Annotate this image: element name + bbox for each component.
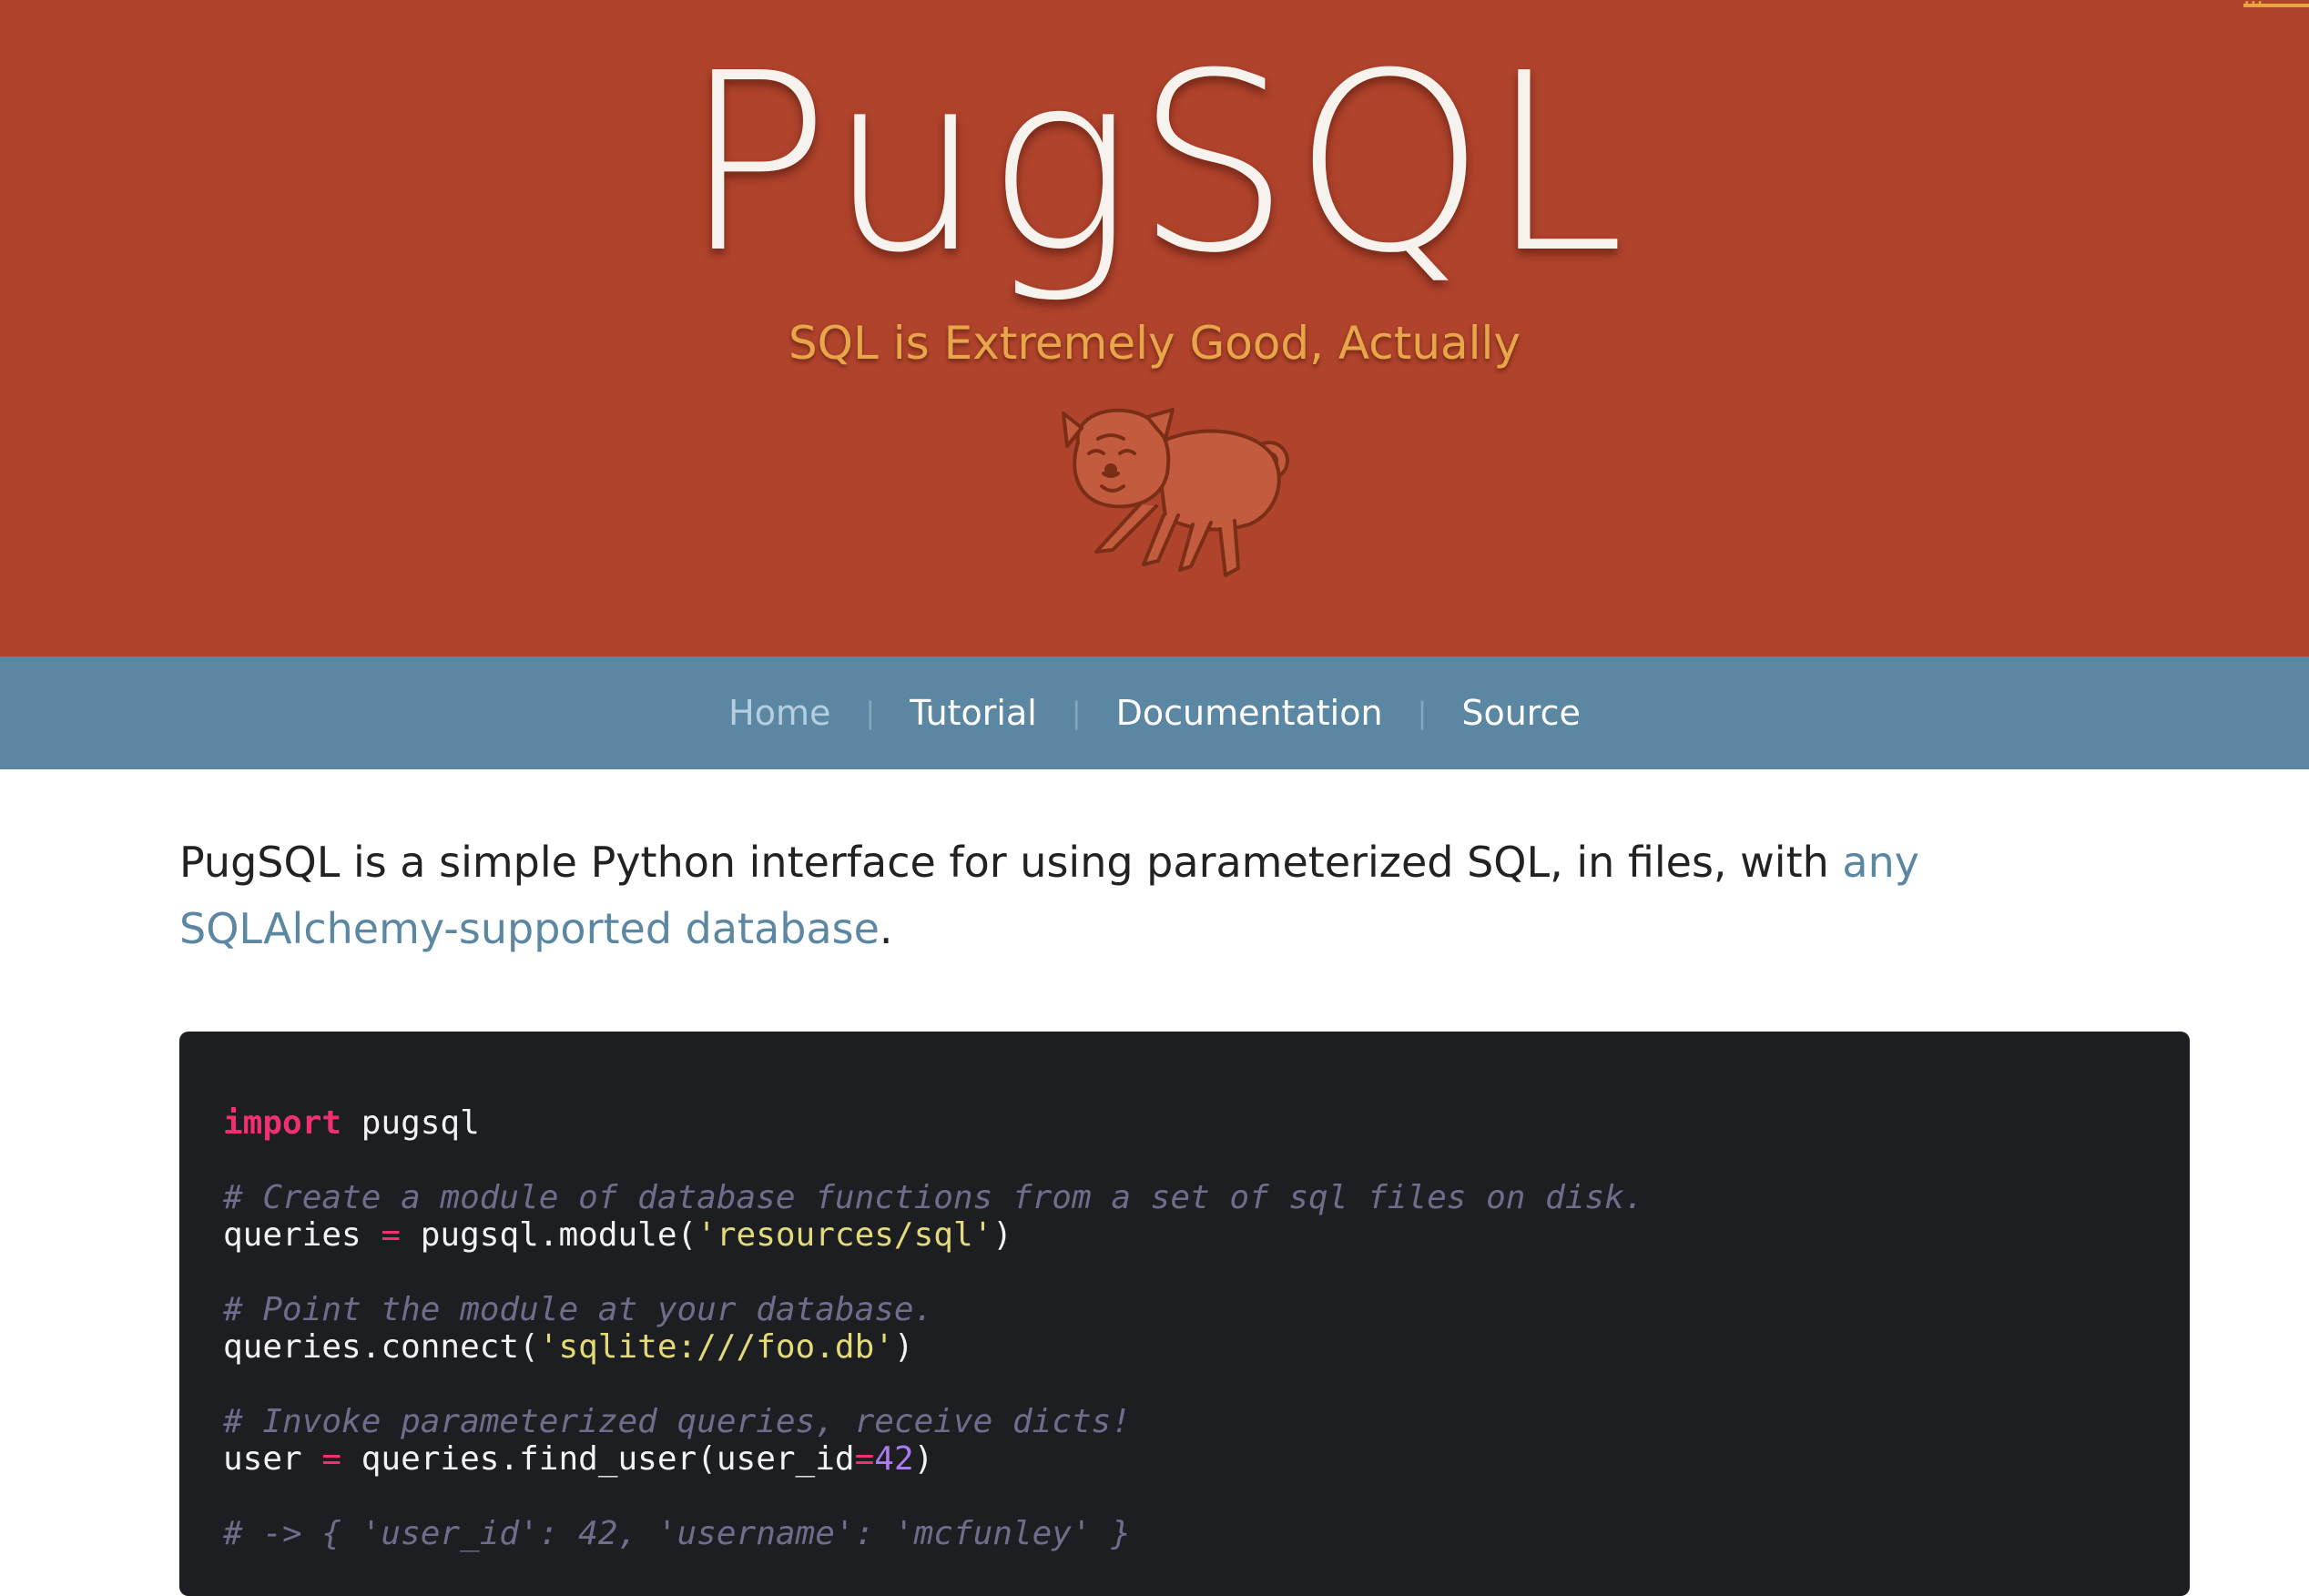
hero-header: ... PugSQL SQL is Extremely Good, Actual… [0,0,2309,656]
code-text: user [223,1440,322,1478]
site-tagline: SQL is Extremely Good, Actually [788,317,1521,370]
site-title: PugSQL [682,20,1627,307]
code-number: 42 [874,1440,914,1478]
code-operator: = [381,1216,402,1254]
nav-separator: | [865,696,876,730]
code-operator: = [854,1440,875,1478]
pug-dog-icon [1062,408,1289,577]
code-text: queries.find_user(user_id [341,1440,855,1478]
code-line-module: queries = pugsql.module('resources/sql') [223,1216,2146,1254]
nav-separator: | [1071,696,1082,730]
code-line-query: user = queries.find_user(user_id=42) [223,1440,2146,1478]
nav-tutorial[interactable]: Tutorial [908,693,1039,733]
code-string: 'sqlite:///foo.db' [538,1328,894,1366]
code-comment: # Invoke parameterized queries, receive … [223,1403,1131,1440]
corner-link[interactable]: ... [2243,0,2309,7]
code-text: ) [913,1440,934,1478]
nav-documentation[interactable]: Documentation [1114,693,1385,733]
code-comment: # Create a module of database functions … [223,1179,1644,1216]
intro-text: PugSQL is a simple Python interface for … [179,838,1843,887]
code-text: pugsql.module( [401,1216,697,1254]
code-text: ) [893,1328,914,1366]
code-string: 'resources/sql' [697,1216,993,1254]
code-example: import pugsql # Create a module of datab… [179,1032,2190,1596]
code-text: queries.connect( [223,1328,539,1366]
code-operator: = [321,1440,342,1478]
code-line-connect: queries.connect('sqlite:///foo.db') [223,1328,2146,1366]
code-text: ) [992,1216,1012,1254]
main-nav: Home | Tutorial | Documentation | Source [0,656,2309,769]
code-text: pugsql [341,1104,480,1142]
nav-source[interactable]: Source [1460,693,1582,733]
code-line-import: import pugsql [223,1104,2146,1142]
intro-paragraph: PugSQL is a simple Python interface for … [179,829,2110,962]
code-keyword: import [223,1104,342,1142]
code-comment: # Point the module at your database. [223,1291,934,1328]
nav-home[interactable]: Home [727,693,832,733]
intro-suffix: . [879,904,893,953]
code-comment: # -> { 'user_id': 42, 'username': 'mcfun… [223,1515,1131,1552]
nav-separator: | [1417,696,1428,730]
code-text: queries [223,1216,381,1254]
